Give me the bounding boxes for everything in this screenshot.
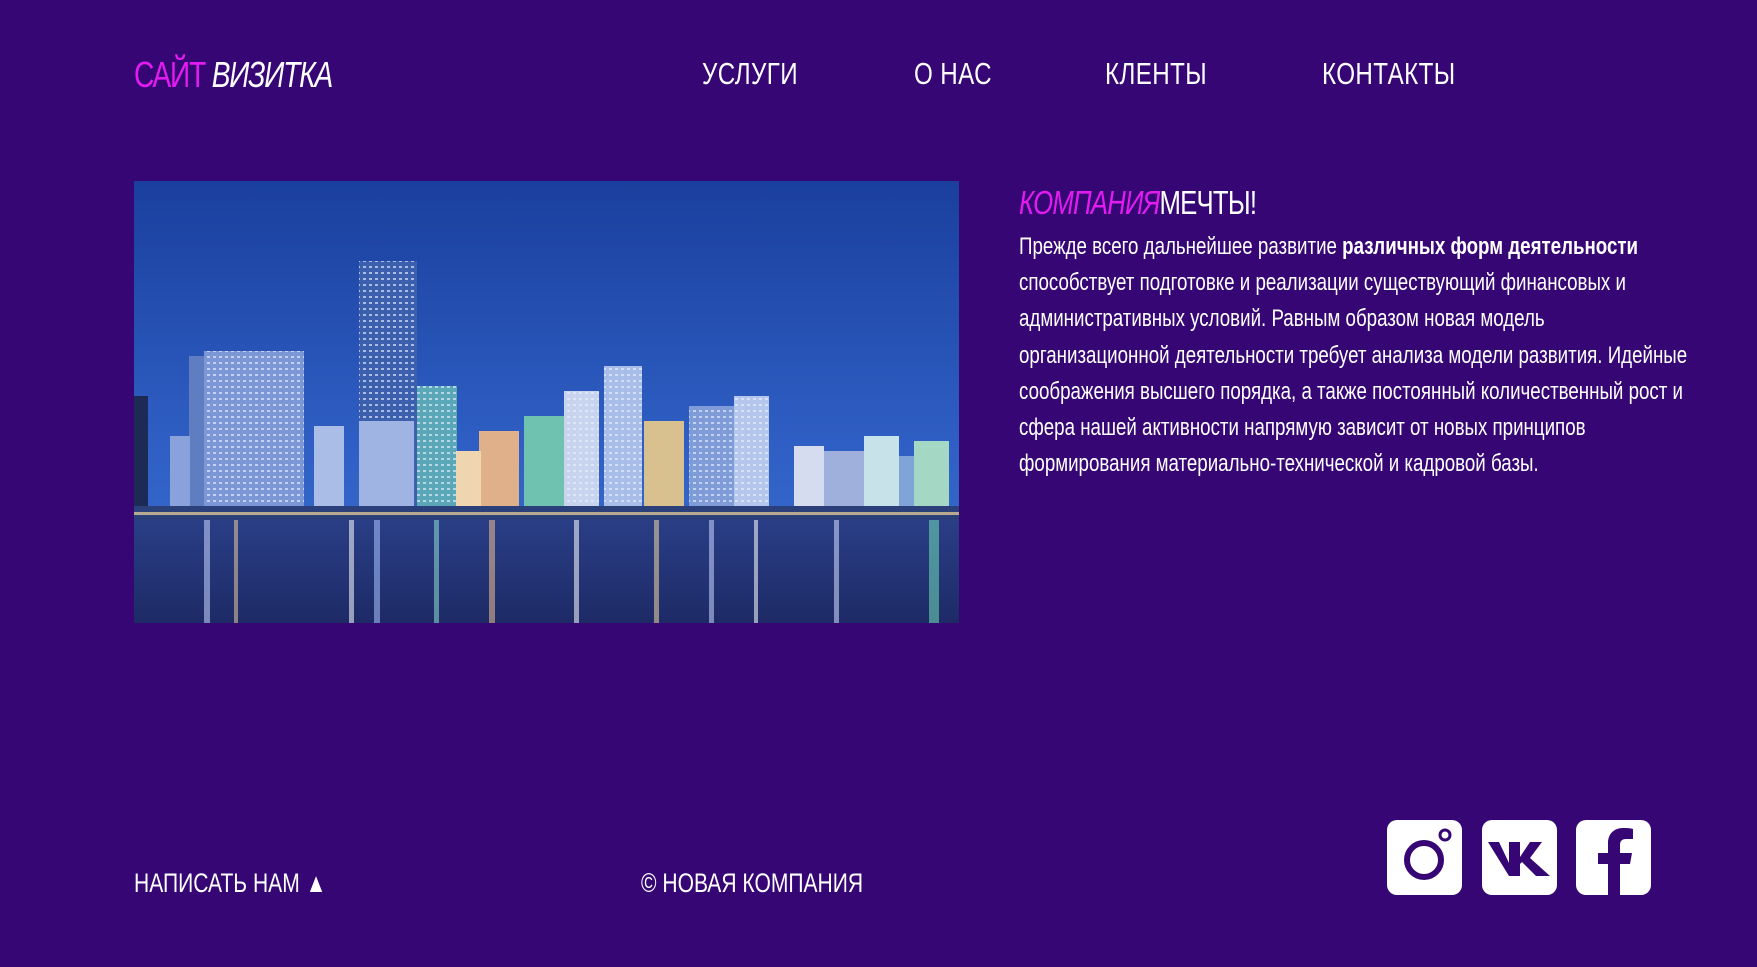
logo-part-1: САЙТ [134,54,206,95]
description-end: способствует подготовке и реализации сущ… [1019,269,1688,478]
page-title: КОМПАНИЯМЕЧТЫ! [1019,184,1257,222]
title-highlight: КОМПАНИЯ [1019,184,1160,221]
vk-icon[interactable] [1482,820,1557,895]
write-us-link[interactable]: НАПИСАТЬ НАМ ▲ [134,868,326,899]
site-logo[interactable]: САЙТ ВИЗИТКА [134,54,334,96]
logo-part-2: ВИЗИТКА [211,54,334,95]
copyright-text: © НОВАЯ КОМПАНИЯ [641,868,864,898]
nav-item-services[interactable]: УСЛУГИ [702,56,798,92]
nav-item-clients[interactable]: КЛЕНТЫ [1105,56,1207,92]
title-rest: МЕЧТЫ! [1159,184,1257,221]
description-start: Прежде всего дальнейшее развитие [1019,233,1343,260]
company-description: Прежде всего дальнейшее развитие различн… [1019,229,1695,482]
nav-item-contacts[interactable]: КОНТАКТЫ [1322,56,1456,92]
instagram-icon[interactable] [1387,820,1462,895]
facebook-icon[interactable] [1576,820,1651,895]
nav-item-about[interactable]: О НАС [914,56,992,92]
city-skyline-image [134,181,959,623]
description-bold: различных форм деятельности [1342,233,1639,260]
